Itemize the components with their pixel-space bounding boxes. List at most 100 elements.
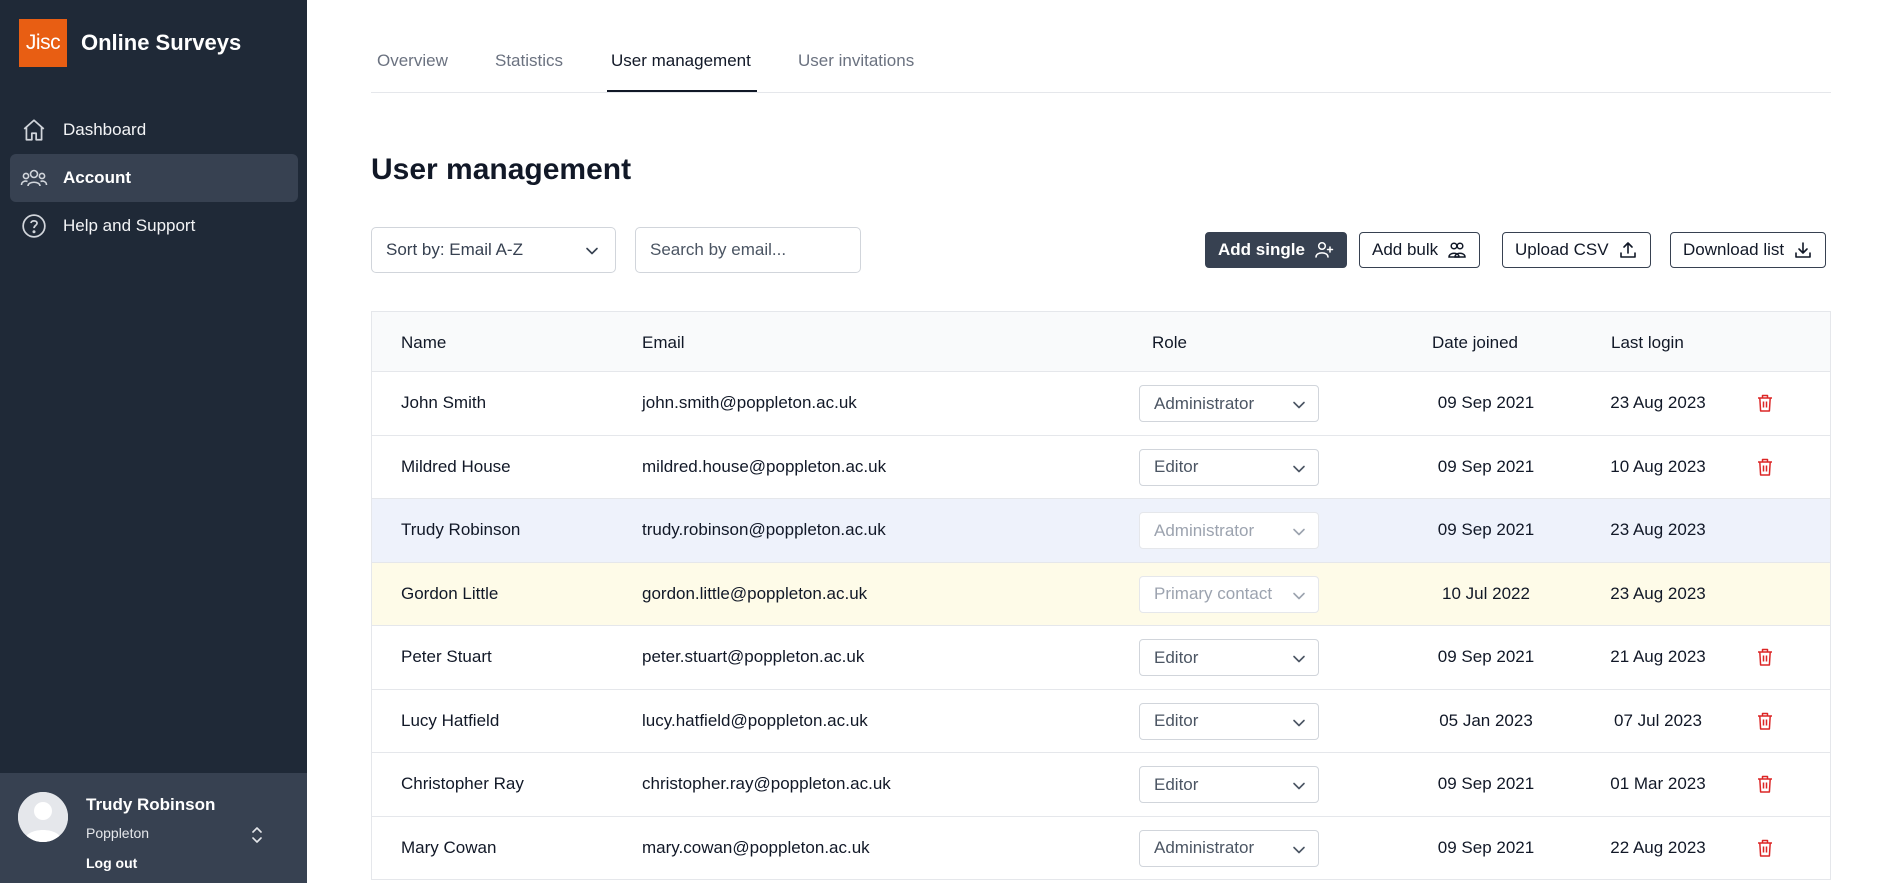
user-email-cell: john.smith@poppleton.ac.uk <box>642 393 857 412</box>
trash-icon[interactable] <box>1755 774 1775 794</box>
role-select-value: Editor <box>1154 457 1199 476</box>
logout-link[interactable]: Log out <box>86 855 137 871</box>
user-name-cell: Gordon Little <box>401 583 499 603</box>
user-email-cell: mary.cowan@poppleton.ac.uk <box>642 837 870 857</box>
role-select-value: Administrator <box>1154 393 1255 413</box>
user-org: Poppleton <box>86 825 150 841</box>
page-title: User management <box>371 153 632 186</box>
last-login-cell: 23 Aug 2023 <box>1610 393 1706 412</box>
user-name-cell: Trudy Robinson <box>401 520 521 539</box>
last-login-cell: 07 Jul 2023 <box>1614 710 1702 730</box>
tab-user-invitations[interactable]: User invitations <box>798 51 914 71</box>
column-header-name[interactable]: Name <box>401 333 446 353</box>
table-row: Mary Cowan mary.cowan@poppleton.ac.uk Ad… <box>372 817 1830 880</box>
role-select-value: Editor <box>1154 711 1199 730</box>
add-single-label: Add single <box>1218 240 1305 259</box>
trash-icon[interactable] <box>1755 457 1775 477</box>
user-name-cell: Mildred House <box>401 456 511 476</box>
role-select: Primary contact <box>1139 575 1319 613</box>
sidebar: Jisc Online Surveys Dashboard Account He… <box>0 0 307 883</box>
user-email-cell: trudy.robinson@poppleton.ac.uk <box>642 520 886 539</box>
home-icon <box>20 116 48 144</box>
date-joined-cell: 05 Jan 2023 <box>1439 710 1533 730</box>
tab-statistics[interactable]: Statistics <box>495 51 563 71</box>
user-plus-icon <box>1314 240 1334 260</box>
upload-csv-button[interactable]: Upload CSV <box>1502 232 1651 268</box>
brand[interactable]: Jisc Online Surveys <box>19 19 241 67</box>
date-joined-cell: 10 Jul 2022 <box>1442 583 1530 603</box>
question-circle-icon <box>20 212 48 240</box>
date-joined-cell: 09 Sep 2021 <box>1437 456 1535 476</box>
role-select[interactable]: Editor <box>1139 766 1319 803</box>
table-row: Mildred House mildred.house@poppleton.ac… <box>372 436 1830 499</box>
role-select[interactable]: Editor <box>1139 448 1319 486</box>
trash-icon[interactable] <box>1755 711 1775 731</box>
role-select[interactable]: Editor <box>1139 639 1319 676</box>
sidebar-item-dashboard[interactable]: Dashboard <box>10 106 298 154</box>
table-header: Name Email Role Date joined Last login <box>372 312 1830 372</box>
user-name-cell: John Smith <box>401 393 487 412</box>
column-header-email[interactable]: Email <box>642 333 685 353</box>
search-input[interactable] <box>635 227 861 273</box>
user-email-cell: peter.stuart@poppleton.ac.uk <box>642 647 865 666</box>
users-icon <box>1447 240 1467 260</box>
user-email-cell: lucy.hatfield@poppleton.ac.uk <box>642 710 868 730</box>
role-select-value: Administrator <box>1154 520 1255 540</box>
sidebar-item-label: Dashboard <box>63 120 147 139</box>
role-select-value: Editor <box>1154 647 1199 667</box>
last-login-cell: 23 Aug 2023 <box>1610 583 1706 603</box>
active-tab-indicator <box>607 90 757 92</box>
date-joined-cell: 09 Sep 2021 <box>1437 774 1535 793</box>
user-email-cell: gordon.little@poppleton.ac.uk <box>642 583 868 603</box>
trash-icon[interactable] <box>1755 393 1775 413</box>
role-select[interactable]: Editor <box>1139 702 1319 740</box>
table-row-primary-contact: Gordon Little gordon.little@poppleton.ac… <box>372 562 1830 626</box>
column-header-date-joined[interactable]: Date joined <box>1432 333 1518 353</box>
column-header-role[interactable]: Role <box>1152 333 1187 353</box>
sort-select-value: Sort by: Email A-Z <box>386 240 523 259</box>
table-row: Lucy Hatfield lucy.hatfield@poppleton.ac… <box>372 690 1830 753</box>
trash-icon[interactable] <box>1755 838 1775 858</box>
table-row: Peter Stuart peter.stuart@poppleton.ac.u… <box>372 626 1830 690</box>
column-header-last-login[interactable]: Last login <box>1611 333 1684 353</box>
app-title: Online Surveys <box>81 30 242 55</box>
chevron-down-icon <box>1292 715 1306 735</box>
download-list-button[interactable]: Download list <box>1670 232 1827 268</box>
upload-icon <box>1618 240 1638 260</box>
last-login-cell: 22 Aug 2023 <box>1610 837 1706 857</box>
upload-csv-label: Upload CSV <box>1515 240 1609 259</box>
tab-overview[interactable]: Overview <box>377 51 448 71</box>
role-select: Administrator <box>1139 512 1319 549</box>
chevron-down-icon <box>1292 588 1306 608</box>
role-select-value: Primary contact <box>1154 584 1273 603</box>
chevron-up-down-icon[interactable] <box>248 823 266 847</box>
download-icon <box>1793 240 1813 260</box>
last-login-cell: 01 Mar 2023 <box>1610 774 1706 793</box>
last-login-cell: 23 Aug 2023 <box>1610 520 1706 539</box>
chevron-down-icon <box>1292 524 1306 544</box>
chevron-down-icon <box>1292 461 1306 481</box>
add-bulk-label: Add bulk <box>1372 240 1439 259</box>
table-row: John Smith john.smith@poppleton.ac.uk Ad… <box>372 372 1830 436</box>
user-panel: Trudy Robinson Poppleton Log out <box>0 773 307 883</box>
sidebar-item-help[interactable]: Help and Support <box>10 202 298 250</box>
tab-user-management[interactable]: User management <box>611 51 751 71</box>
sidebar-item-account[interactable]: Account <box>10 154 298 202</box>
sort-select[interactable]: Sort by: Email A-Z <box>371 227 616 273</box>
role-select[interactable]: Administrator <box>1139 829 1319 867</box>
add-single-button[interactable]: Add single <box>1205 232 1347 268</box>
last-login-cell: 10 Aug 2023 <box>1610 456 1706 476</box>
trash-icon[interactable] <box>1755 647 1775 667</box>
users-table: Name Email Role Date joined Last login J… <box>371 311 1831 880</box>
role-select[interactable]: Administrator <box>1139 385 1319 422</box>
date-joined-cell: 09 Sep 2021 <box>1437 520 1535 539</box>
tab-bar: Overview Statistics User management User… <box>371 0 1831 93</box>
chevron-down-icon <box>585 243 599 263</box>
user-email-cell: christopher.ray@poppleton.ac.uk <box>642 774 891 793</box>
sidebar-item-label: Account <box>63 168 131 187</box>
date-joined-cell: 09 Sep 2021 <box>1437 393 1535 412</box>
user-name-cell: Christopher Ray <box>401 774 524 793</box>
add-bulk-button[interactable]: Add bulk <box>1359 232 1481 268</box>
avatar[interactable] <box>18 792 68 842</box>
date-joined-cell: 09 Sep 2021 <box>1437 837 1535 857</box>
